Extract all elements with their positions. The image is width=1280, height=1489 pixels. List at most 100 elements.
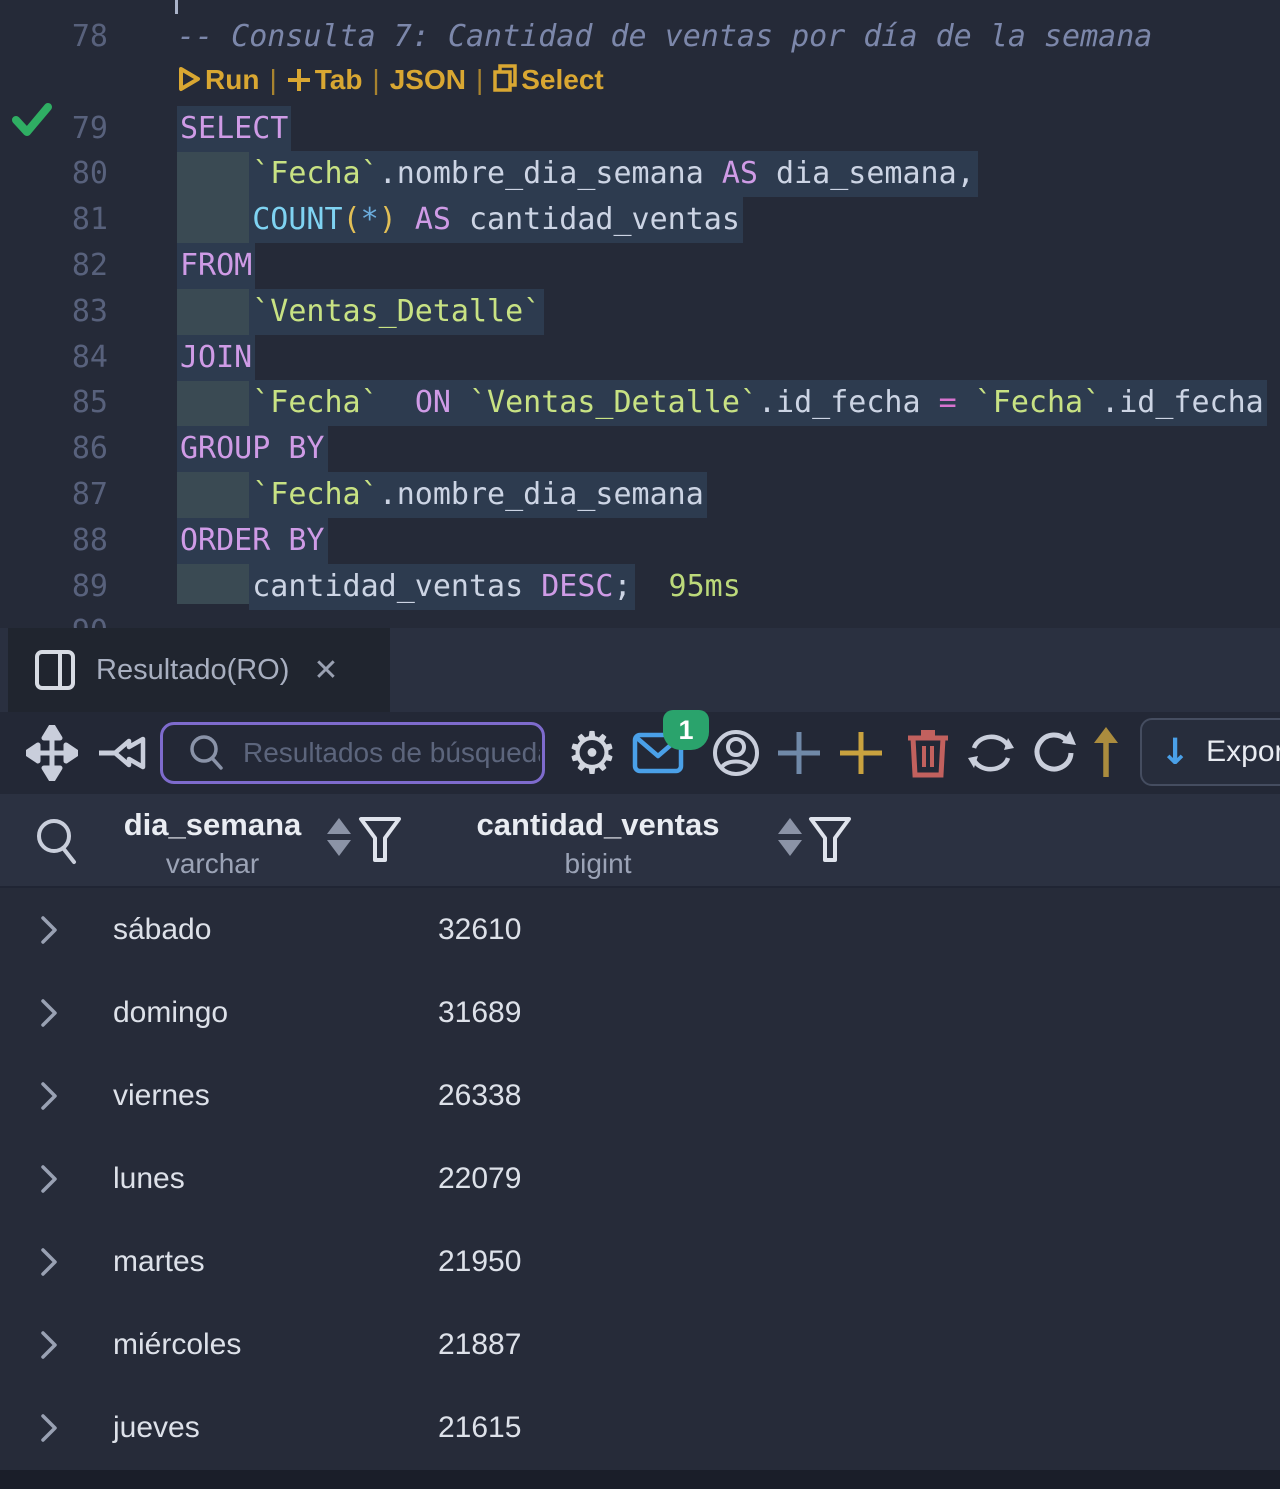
duplicate-row-button[interactable] <box>834 712 888 794</box>
gear-icon: ⚙ <box>566 724 618 782</box>
code-line-86[interactable]: 86GROUP BY <box>0 426 1280 472</box>
sort-toggle-dia-semana[interactable] <box>327 818 353 864</box>
table-row[interactable]: martes 21950 <box>0 1220 1280 1303</box>
delete-row-button[interactable] <box>900 712 956 794</box>
plus-slate-icon <box>776 730 822 776</box>
filter-icon-cantidad-ventas[interactable] <box>808 816 852 866</box>
line-number: 86 <box>0 426 108 472</box>
trash-icon <box>906 728 950 778</box>
sort-asc-icon <box>778 818 802 834</box>
refresh-icon <box>1030 729 1078 777</box>
codelens-row: Run|Tab|JSON|Select <box>177 60 604 100</box>
table-row[interactable]: domingo 31689 <box>0 971 1280 1054</box>
cell-cantidad-ventas[interactable]: 21950 <box>438 1220 521 1303</box>
cell-cantidad-ventas[interactable]: 21615 <box>438 1386 521 1469</box>
sort-toggle-cantidad-ventas[interactable] <box>778 818 804 864</box>
table-row[interactable]: sábado 32610 <box>0 888 1280 971</box>
code-line-84[interactable]: 84JOIN <box>0 335 1280 381</box>
codelens-action-json[interactable]: JSON <box>390 64 466 95</box>
refresh-button[interactable] <box>1026 712 1082 794</box>
column-header-cantidad-ventas[interactable]: cantidad_ventas bigint <box>448 794 748 880</box>
cell-dia-semana[interactable]: sábado <box>113 888 211 971</box>
account-button[interactable] <box>706 712 766 794</box>
row-expand-chevron-icon[interactable] <box>38 1412 60 1444</box>
cell-cantidad-ventas[interactable]: 31689 <box>438 971 521 1054</box>
code-line-80[interactable]: 80 `Fecha`.nombre_dia_semana AS dia_sema… <box>0 151 1280 197</box>
cell-cantidad-ventas[interactable]: 22079 <box>438 1137 521 1220</box>
cell-cantidad-ventas[interactable]: 26338 <box>438 1054 521 1137</box>
sync-button[interactable] <box>962 712 1020 794</box>
bottom-strip <box>0 1470 1280 1489</box>
sql-editor[interactable]: 78-- Consulta 7: Cantidad de ventas por … <box>0 0 1280 628</box>
cell-dia-semana[interactable]: lunes <box>113 1137 185 1220</box>
person-icon <box>711 728 761 778</box>
code-line-85[interactable]: 85 `Fecha` ON `Ventas_Detalle`.id_fecha … <box>0 380 1280 426</box>
line-number: 85 <box>0 380 108 426</box>
export-button[interactable]: ↓ Export <box>1140 718 1280 786</box>
row-expand-chevron-icon[interactable] <box>38 1080 60 1112</box>
row-expand-chevron-icon[interactable] <box>38 1246 60 1278</box>
results-toolbar: ⚙ 1 <box>0 712 1280 794</box>
scroll-top-button[interactable] <box>1084 712 1128 794</box>
filter-icon-dia-semana[interactable] <box>358 816 402 866</box>
cell-cantidad-ventas[interactable]: 32610 <box>438 888 521 971</box>
settings-button[interactable]: ⚙ <box>562 712 622 794</box>
row-expand-chevron-icon[interactable] <box>38 914 60 946</box>
split-view-icon <box>34 649 76 691</box>
row-expand-chevron-icon[interactable] <box>38 1163 60 1195</box>
cell-dia-semana[interactable]: miércoles <box>113 1303 241 1386</box>
text-cursor <box>175 0 178 14</box>
codelens-action-tab[interactable]: Tab <box>287 64 363 95</box>
cell-dia-semana[interactable]: jueves <box>113 1386 200 1469</box>
add-row-button[interactable] <box>772 712 826 794</box>
cell-cantidad-ventas[interactable]: 21887 <box>438 1303 521 1386</box>
row-expand-chevron-icon[interactable] <box>38 997 60 1029</box>
codelens-separator: | <box>259 64 286 95</box>
results-search-box <box>160 722 545 784</box>
search-icon <box>187 733 227 773</box>
search-input[interactable] <box>241 736 542 770</box>
results-panel: Resultado(RO) ✕ <box>0 628 1280 1489</box>
line-number: 88 <box>0 518 108 564</box>
code-line-78[interactable]: 78-- Consulta 7: Cantidad de ventas por … <box>0 14 1280 60</box>
cell-dia-semana[interactable]: viernes <box>113 1054 210 1137</box>
row-expand-chevron-icon[interactable] <box>38 1329 60 1361</box>
line-number: 83 <box>0 289 108 335</box>
line-number: 81 <box>0 197 108 243</box>
code-line-79[interactable]: 79SELECT <box>0 106 1280 152</box>
grid-search-icon[interactable] <box>34 816 80 868</box>
codelens-action-select[interactable]: Select <box>493 64 604 95</box>
table-row[interactable]: lunes 22079 <box>0 1137 1280 1220</box>
move-panel-button[interactable] <box>20 712 84 794</box>
tab-close-icon[interactable]: ✕ <box>313 653 338 688</box>
cell-dia-semana[interactable]: domingo <box>113 971 228 1054</box>
table-row[interactable]: viernes 26338 <box>0 1054 1280 1137</box>
line-number: 82 <box>0 243 108 289</box>
column-name: dia_semana <box>100 808 325 842</box>
cell-dia-semana[interactable]: martes <box>113 1220 205 1303</box>
code-line-90[interactable]: 90 <box>0 609 1280 628</box>
code-line-87[interactable]: 87 `Fecha`.nombre_dia_semana <box>0 472 1280 518</box>
codelens-action-run[interactable]: Run <box>177 64 259 95</box>
column-type: varchar <box>100 848 325 880</box>
plus-gold-icon <box>838 730 884 776</box>
sort-desc-icon <box>327 840 351 856</box>
code-line-82[interactable]: 82FROM <box>0 243 1280 289</box>
tab-resultado[interactable]: Resultado(RO) ✕ <box>8 628 390 712</box>
code-line-81[interactable]: 81 COUNT(*) AS cantidad_ventas <box>0 197 1280 243</box>
download-arrow-icon: ↓ <box>1160 732 1190 773</box>
results-tabstrip: Resultado(RO) ✕ <box>0 628 1280 712</box>
code-line-89[interactable]: 89 cantidad_ventas DESC;95ms <box>0 564 1280 610</box>
execution-time: 95ms <box>669 569 741 604</box>
table-row[interactable]: jueves 21615 <box>0 1386 1280 1469</box>
line-number: 79 <box>0 106 108 152</box>
up-arrow-icon <box>1089 727 1123 779</box>
tab-title: Resultado(RO) <box>96 654 289 687</box>
table-row[interactable]: miércoles 21887 <box>0 1303 1280 1386</box>
column-header-dia-semana[interactable]: dia_semana varchar <box>100 794 325 880</box>
line-number: 80 <box>0 151 108 197</box>
code-line-88[interactable]: 88ORDER BY <box>0 518 1280 564</box>
pin-panel-button[interactable] <box>94 712 156 794</box>
code-line-83[interactable]: 83 `Ventas_Detalle` <box>0 289 1280 335</box>
codelens-separator: | <box>466 64 493 95</box>
